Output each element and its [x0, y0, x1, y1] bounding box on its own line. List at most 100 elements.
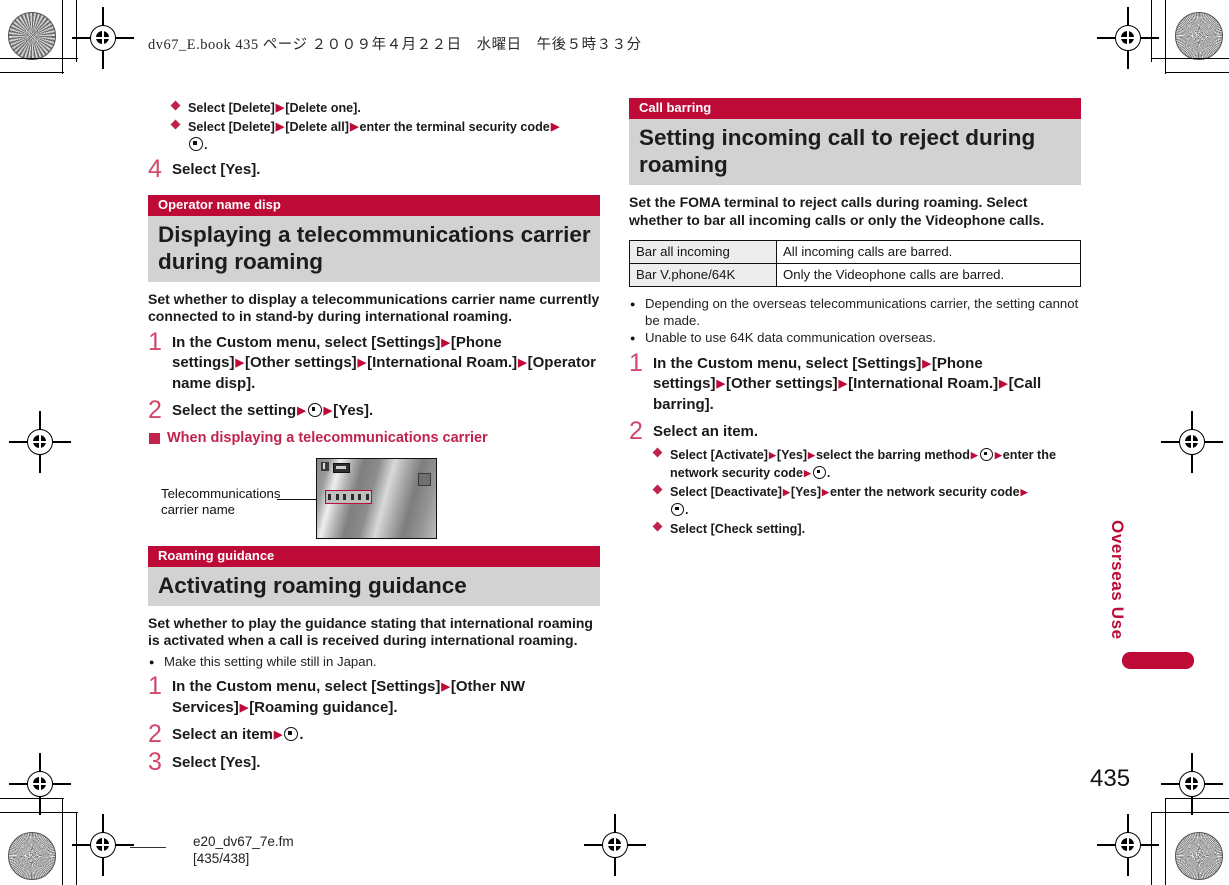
step-1: 1 In the Custom menu, select [Settings]▶…: [148, 329, 600, 395]
step-part: [International Roam.]: [848, 375, 999, 392]
figure-caption: Telecommunications carrier name: [161, 486, 280, 518]
select-key-icon: [979, 447, 993, 461]
section-title: Activating roaming guidance: [148, 566, 600, 606]
trim-line-bottom-right-v2: [1165, 798, 1167, 885]
registration-target-footer-left: [72, 814, 134, 876]
arrow-icon: ▶: [323, 405, 333, 417]
square-bullet-icon: [149, 432, 160, 444]
sub-bullet: Select [Delete]▶[Delete all]▶enter the t…: [170, 118, 600, 154]
arrow-icon: ▶: [518, 357, 527, 369]
arrow-icon: ▶: [357, 357, 367, 369]
note-item: Unable to use 64K data communication ove…: [629, 330, 1081, 347]
arrow-icon: ▶: [275, 102, 285, 114]
arrow-icon: ▶: [550, 121, 560, 133]
table-cell-key: Bar V.phone/64K: [629, 263, 777, 287]
select-key-icon: [284, 727, 299, 741]
registration-target-top-left: [72, 7, 134, 69]
arrow-icon: ▶: [838, 378, 848, 390]
battery-icon: [333, 462, 350, 473]
sub-bullet-part: [Yes]: [776, 447, 808, 462]
step-number: 2: [629, 417, 643, 445]
select-key-icon: [671, 502, 684, 516]
section-title: Setting incoming call to reject during r…: [629, 119, 1081, 185]
step-2: 2 Select an item▶.: [148, 721, 600, 747]
registration-star-top-left: [8, 12, 56, 60]
select-key-icon: [189, 137, 203, 151]
trim-line-bottom-left-h2: [0, 798, 64, 800]
section-title: Displaying a telecommunications carrier …: [148, 215, 600, 282]
trim-line-top-right-v: [1151, 0, 1153, 62]
trim-line-bottom-left-v2: [62, 798, 64, 885]
registration-star-top-right: [1175, 12, 1223, 60]
diamond-bullet-icon: [652, 484, 663, 494]
table-row: Bar V.phone/64K Only the Videophone call…: [629, 263, 1081, 287]
arrow-icon: ▶: [803, 467, 811, 478]
arrow-icon: ▶: [970, 449, 978, 460]
registration-target-top-right: [1097, 7, 1159, 69]
registration-target-footer-center: [584, 814, 646, 876]
trim-line-bottom-left-h: [0, 812, 78, 814]
section-kicker: Operator name disp: [148, 194, 600, 216]
arrow-icon: ▶: [441, 336, 450, 349]
select-key-icon: [307, 403, 322, 417]
trim-line-top-left-h2: [0, 72, 64, 74]
trim-line-top-right-h2: [1165, 72, 1229, 74]
note-list: Depending on the overseas telecommunicat…: [629, 296, 1081, 347]
diamond-bullet-icon: [170, 100, 181, 111]
step-part: Select an item: [172, 726, 273, 743]
step-text: Select [Yes].: [172, 161, 261, 178]
trim-line-top-right-v2: [1165, 0, 1167, 74]
sub-bullet-part: enter the terminal security code: [359, 120, 550, 134]
carrier-name-highlight: [325, 489, 372, 504]
sub-bullet-part: Select [Delete]: [188, 101, 275, 115]
book-header-line: dv67_E.book 435 ページ ２００９年４月２２日 水曜日 午後５時３…: [148, 37, 642, 53]
sub-bullet-part: Select [Check setting].: [670, 521, 806, 536]
subheading-when-displaying-carrier: When displaying a telecommunications car…: [148, 429, 600, 448]
step-1: 1 In the Custom menu, select [Settings]▶…: [629, 350, 1081, 416]
step-2: 2 Select the setting▶ ▶[Yes].: [148, 397, 600, 423]
arrow-icon: ▶: [769, 449, 776, 460]
table-cell-key: Bar all incoming: [629, 240, 777, 264]
step-part: [Roaming guidance].: [249, 698, 398, 716]
step-text: Select [Yes].: [172, 753, 261, 771]
trim-line-bottom-right-v: [1151, 812, 1153, 885]
arrow-icon: ▶: [297, 405, 306, 417]
step-number: 1: [148, 672, 162, 700]
step-text: In the Custom menu, select [Settings]▶[P…: [653, 354, 1081, 416]
step-part: .: [299, 726, 304, 743]
sub-bullet: Select [Check setting].: [652, 520, 1081, 538]
footer-page-range: [435/438]: [193, 851, 250, 866]
registration-target-bottom-right: [1161, 753, 1223, 815]
sub-bullet-part: [Yes]: [790, 484, 822, 499]
arrow-icon: ▶: [235, 357, 244, 369]
select-key-icon: [812, 465, 826, 479]
trim-line-top-left-v: [76, 0, 78, 62]
sub-bullet-part: [Delete all]: [285, 120, 349, 134]
trim-line-top-left-h: [0, 58, 78, 60]
figure-leader-line: [277, 498, 318, 500]
registration-target-bottom-left: [9, 753, 71, 815]
step-text: Select an item.: [653, 423, 759, 440]
step-number: 1: [148, 327, 162, 356]
call-barring-options-table: Bar all incoming All incoming calls are …: [629, 240, 1081, 287]
diamond-bullet-icon: [652, 447, 663, 457]
step-part: [Other settings]: [244, 354, 357, 371]
diamond-bullet-icon: [652, 521, 663, 531]
phone-screenshot: [316, 457, 437, 539]
step-text: Select an item▶.: [172, 725, 600, 746]
step-part: [Other settings]: [725, 375, 838, 392]
section-kicker: Call barring: [629, 98, 1081, 119]
step-number: 2: [148, 396, 162, 424]
trim-line-top-left-v2: [62, 0, 64, 74]
section-roaming-guidance: Roaming guidance Activating roaming guid…: [148, 545, 600, 606]
table-cell-value: All incoming calls are barred.: [776, 240, 1081, 264]
sub-bullet: Select [Activate]▶[Yes]▶select the barri…: [652, 446, 1081, 482]
step-part: Select the setting: [172, 402, 297, 419]
registration-target-footer-right: [1097, 814, 1159, 876]
right-column: Call barring Setting incoming call to re…: [629, 98, 1081, 538]
sub-bullet: Select [Delete]▶[Delete one].: [170, 99, 600, 117]
step-part: In the Custom menu, select [Settings]: [172, 678, 441, 695]
step-number: 3: [148, 747, 162, 776]
arrow-icon: ▶: [441, 681, 450, 693]
section-lede: Set whether to display a telecommunicati…: [148, 290, 600, 325]
